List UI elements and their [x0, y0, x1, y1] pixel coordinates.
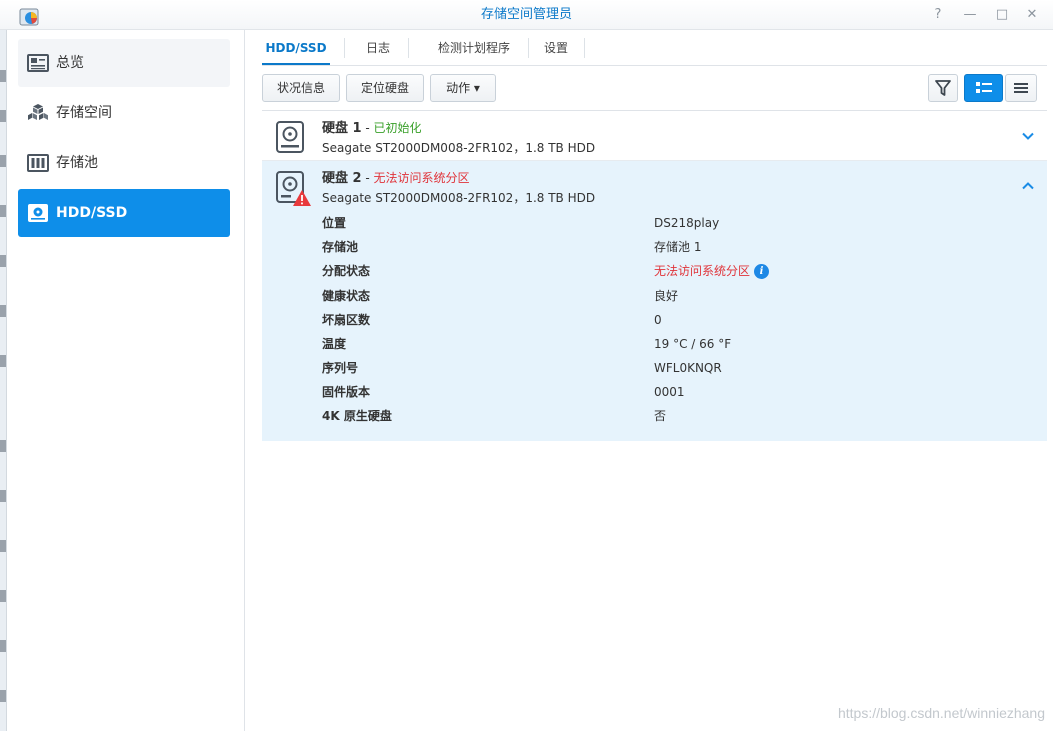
detail-row-temperature: 温度 19 °C / 66 °F [322, 332, 1022, 356]
close-button[interactable]: ✕ [1022, 5, 1042, 25]
watermark: https://blog.csdn.net/winniezhang [837, 705, 1045, 721]
chevron-up-icon[interactable] [1021, 179, 1035, 193]
detail-value: 0 [654, 313, 662, 327]
detail-value: 存储池 1 [654, 240, 702, 254]
sidebar-item-label: 存储池 [56, 155, 98, 171]
disk-title: 硬盘 2 - 无法访问系统分区 [322, 167, 470, 186]
detail-row-health: 健康状态 良好 [322, 284, 1022, 308]
disk-row-expanded[interactable]: 硬盘 2 - 无法访问系统分区 Seagate ST2000DM008-2FR1… [262, 161, 1047, 441]
sidebar-item-storage-pool[interactable]: 存储池 [18, 139, 230, 187]
chevron-down-icon[interactable] [1021, 129, 1035, 143]
detail-value: 无法访问系统分区 [654, 264, 751, 278]
tab-settings[interactable]: 设置 [534, 32, 578, 64]
filter-button[interactable] [928, 74, 958, 102]
disk-name: 硬盘 2 [322, 171, 362, 186]
detail-value: 19 °C / 66 °F [654, 337, 732, 351]
disk-model: Seagate ST2000DM008-2FR102，1.8 TB HDD [322, 141, 596, 155]
list-detail-icon [976, 82, 992, 93]
sidebar: 总览 存储空间 存储池 HDD/SSD [7, 30, 245, 731]
detail-value: 0001 [654, 385, 685, 399]
detail-view-button[interactable] [964, 74, 1003, 102]
tabs-divider [262, 65, 1047, 66]
title-bar: 存储空间管理员 ? — □ ✕ [0, 0, 1053, 30]
sidebar-item-label: HDD/SSD [56, 205, 128, 221]
detail-row-bad-sectors: 坏扇区数 0 [322, 308, 1022, 332]
detail-value: 良好 [654, 289, 679, 303]
detail-row-4k-native: 4K 原生硬盘 否 [322, 404, 1022, 428]
disk-status: 已初始化 [373, 121, 422, 135]
detail-value: 否 [654, 409, 667, 423]
pool-icon [27, 154, 49, 172]
detail-key: 温度 [322, 337, 347, 351]
detail-key: 分配状态 [322, 264, 371, 278]
detail-key: 位置 [322, 216, 347, 230]
overview-icon [27, 54, 49, 72]
detail-row-pool: 存储池 存储池 1 [322, 235, 1022, 259]
window-title: 存储空间管理员 [480, 7, 572, 22]
sidebar-item-overview[interactable]: 总览 [18, 39, 230, 87]
detail-row-location: 位置 DS218play [322, 211, 1022, 235]
info-icon[interactable]: i [754, 264, 770, 279]
disk-icon [28, 204, 48, 222]
status-info-button[interactable]: 状况信息 [262, 74, 340, 102]
disk-status-separator: - [361, 171, 374, 185]
hard-disk-warning-icon [276, 171, 311, 206]
disk-name: 硬盘 1 [322, 121, 362, 136]
sidebar-item-hdd-ssd[interactable]: HDD/SSD [18, 189, 230, 237]
disk-status-separator: - [361, 121, 374, 135]
detail-key: 健康状态 [322, 289, 371, 303]
detail-value-wrapper: 无法访问系统分区 i [654, 259, 770, 283]
list-view-button[interactable] [1005, 74, 1037, 102]
disk-status: 无法访问系统分区 [373, 171, 470, 185]
desktop-background-strip [0, 30, 7, 731]
disk-title: 硬盘 1 - 已初始化 [322, 117, 422, 136]
tab-hdd-ssd[interactable]: HDD/SSD [262, 32, 330, 65]
detail-value: DS218play [654, 216, 720, 230]
detail-row-allocation: 分配状态 无法访问系统分区 i [322, 259, 1022, 283]
detail-key: 序列号 [322, 361, 359, 375]
tab-log[interactable]: 日志 [358, 32, 398, 64]
disk-row[interactable]: 硬盘 1 - 已初始化 Seagate ST2000DM008-2FR102，1… [262, 111, 1047, 161]
detail-key: 固件版本 [322, 385, 371, 399]
detail-row-firmware: 固件版本 0001 [322, 380, 1022, 404]
filter-icon [935, 80, 951, 96]
main-panel: HDD/SSD 日志 检测计划程序 设置 状况信息 定位硬盘 动作 ▾ 硬盘 1… [246, 30, 1053, 731]
locate-disk-button[interactable]: 定位硬盘 [346, 74, 424, 102]
detail-value: WFL0KNQR [654, 361, 722, 375]
storage-manager-window: 存储空间管理员 ? — □ ✕ 总览 存储空间 存储池 HDD/SSD HDD/… [0, 0, 1053, 731]
detail-row-serial: 序列号 WFL0KNQR [322, 356, 1022, 380]
disk-model: Seagate ST2000DM008-2FR102，1.8 TB HDD [322, 191, 596, 205]
help-button[interactable]: ? [928, 5, 948, 25]
detail-key: 4K 原生硬盘 [322, 409, 392, 423]
list-icon [1014, 83, 1028, 93]
hard-disk-icon [276, 121, 304, 153]
action-dropdown-button[interactable]: 动作 ▾ [430, 74, 496, 102]
detail-key: 存储池 [322, 240, 359, 254]
detail-key: 坏扇区数 [322, 313, 371, 327]
maximize-button[interactable]: □ [992, 5, 1012, 25]
sidebar-item-volume[interactable]: 存储空间 [18, 89, 230, 137]
minimize-button[interactable]: — [960, 5, 980, 25]
tab-test-scheduler[interactable]: 检测计划程序 [420, 32, 528, 64]
cubes-icon [28, 104, 48, 120]
sidebar-item-label: 存储空间 [56, 105, 112, 121]
sidebar-item-label: 总览 [56, 55, 84, 71]
